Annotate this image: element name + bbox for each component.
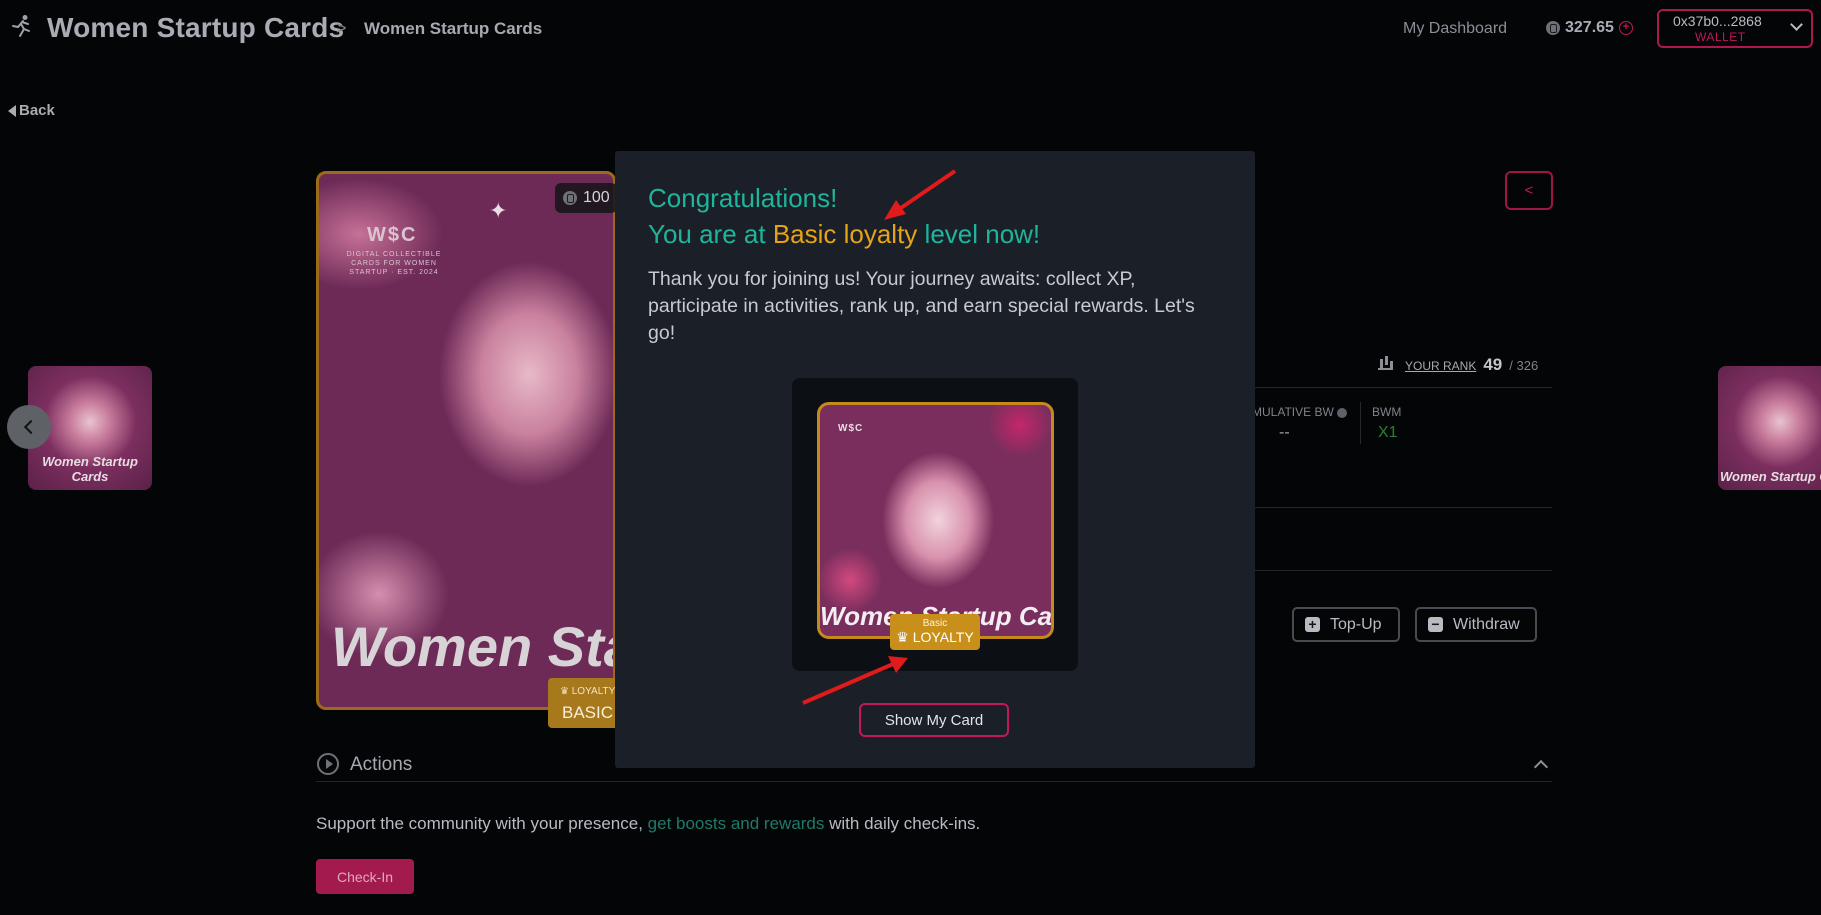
rank-display: YOUR RANK 49 / 326: [1378, 355, 1538, 375]
divider: [316, 781, 1552, 782]
show-my-card-button[interactable]: Show My Card: [859, 703, 1009, 737]
top-up-button[interactable]: + Top-Up: [1292, 607, 1400, 642]
wallet-address: 0x37b0...2868: [1673, 13, 1762, 29]
modal-body: Thank you for joining us! Your journey a…: [648, 268, 1195, 344]
balance-value: 327.65: [1565, 19, 1614, 36]
my-dashboard-link[interactable]: My Dashboard: [1403, 20, 1507, 38]
your-rank-link[interactable]: YOUR RANK: [1405, 359, 1476, 373]
divider: [1255, 387, 1552, 388]
balance-display[interactable]: 327.65 +: [1546, 19, 1633, 37]
chevron-up-icon[interactable]: [1533, 759, 1549, 775]
modal-heading: Congratulations!: [648, 183, 838, 213]
card-preview-frame: W$C Women Startup Cards Basic ♛ LOYALTY: [792, 378, 1078, 671]
info-icon[interactable]: [1337, 407, 1348, 418]
divider: [1360, 402, 1361, 444]
next-card-thumbnail[interactable]: Women Startup Ca: [1718, 366, 1821, 490]
wallet-label: WALLET: [1695, 30, 1746, 44]
actions-title[interactable]: Actions: [350, 754, 412, 776]
breadcrumb-current[interactable]: Women Startup Cards: [364, 19, 542, 39]
top-up-label: Top-Up: [1330, 615, 1382, 633]
add-funds-icon[interactable]: +: [1618, 21, 1633, 35]
carousel-prev-button[interactable]: [7, 405, 51, 449]
loyalty-level: BASIC: [562, 703, 614, 722]
loyalty-label: ♛ LOYALTY: [560, 686, 616, 697]
play-circle-icon: [317, 753, 339, 775]
coin-icon: [1546, 21, 1560, 35]
chevron-left-icon: [23, 419, 39, 435]
back-button[interactable]: Back: [8, 102, 55, 119]
rank-total: / 326: [1509, 358, 1539, 373]
app-title[interactable]: Women Startup Cards: [47, 12, 344, 44]
card-logo: W$C: [367, 224, 418, 246]
withdraw-label: Withdraw: [1453, 615, 1520, 633]
runner-logo-icon[interactable]: [10, 14, 32, 38]
page: Women Startup Cards > Women Startup Card…: [0, 0, 1821, 915]
coin-icon: [563, 191, 577, 205]
cumulative-bw-value: --: [1279, 424, 1290, 441]
loyalty-level-badge: ♛ LOYALTY BASIC: [548, 678, 618, 728]
loyalty-badge: Basic ♛ LOYALTY: [890, 614, 980, 650]
card-logo: W$C: [838, 423, 864, 434]
share-button[interactable]: <: [1505, 171, 1553, 210]
bwm-label: BWM: [1372, 405, 1402, 419]
modal-subheading: You are at Basic loyalty level now!: [648, 219, 1041, 249]
support-text: Support the community with your presence…: [316, 814, 980, 834]
badge-label: ♛ LOYALTY: [896, 629, 974, 645]
bwm-value: X1: [1378, 424, 1398, 441]
rank-value: 49: [1483, 355, 1503, 374]
card-subtitle: DIGITAL COLLECTIBLE CARDS FOR WOMEN STAR…: [346, 251, 442, 276]
bar-chart-icon: [1378, 358, 1392, 370]
withdraw-button[interactable]: − Withdraw: [1415, 607, 1537, 642]
loyalty-level-highlight: Basic loyalty: [772, 219, 918, 249]
check-in-button[interactable]: Check-In: [316, 859, 414, 894]
xp-value: 100: [583, 189, 610, 206]
crown-icon: ♛: [896, 629, 913, 645]
back-label: Back: [19, 102, 55, 119]
cumulative-bw-label: MULATIVE BW: [1252, 405, 1348, 419]
divider: [1255, 570, 1552, 571]
boosts-rewards-link[interactable]: get boosts and rewards: [648, 814, 825, 833]
congratulations-modal: Congratulations! You are at Basic loyalt…: [615, 151, 1255, 768]
sparkle-icon: ✦: [489, 198, 508, 223]
minus-icon: −: [1428, 617, 1443, 632]
breadcrumb-separator: >: [336, 18, 347, 38]
card-preview-image: W$C Women Startup Cards: [817, 402, 1054, 639]
thumbnail-caption: Women Startup Ca: [1720, 469, 1821, 484]
chevron-down-icon: [1790, 18, 1803, 31]
thumbnail-caption: Women Startup Cards: [42, 454, 138, 484]
card-image: ✦ W$C DIGITAL COLLECTIBLE CARDS FOR WOME…: [316, 171, 616, 710]
xp-badge: 100: [555, 183, 617, 213]
plus-icon: +: [1305, 617, 1320, 632]
divider: [1255, 507, 1552, 508]
wallet-button[interactable]: 0x37b0...2868 WALLET: [1657, 9, 1813, 48]
badge-level: Basic: [922, 618, 948, 629]
support-suffix: with daily check-ins.: [824, 814, 981, 833]
card-title: Women Startu: [331, 615, 613, 678]
support-prefix: Support the community with your presence…: [316, 814, 648, 833]
back-arrow-icon: [8, 104, 16, 117]
